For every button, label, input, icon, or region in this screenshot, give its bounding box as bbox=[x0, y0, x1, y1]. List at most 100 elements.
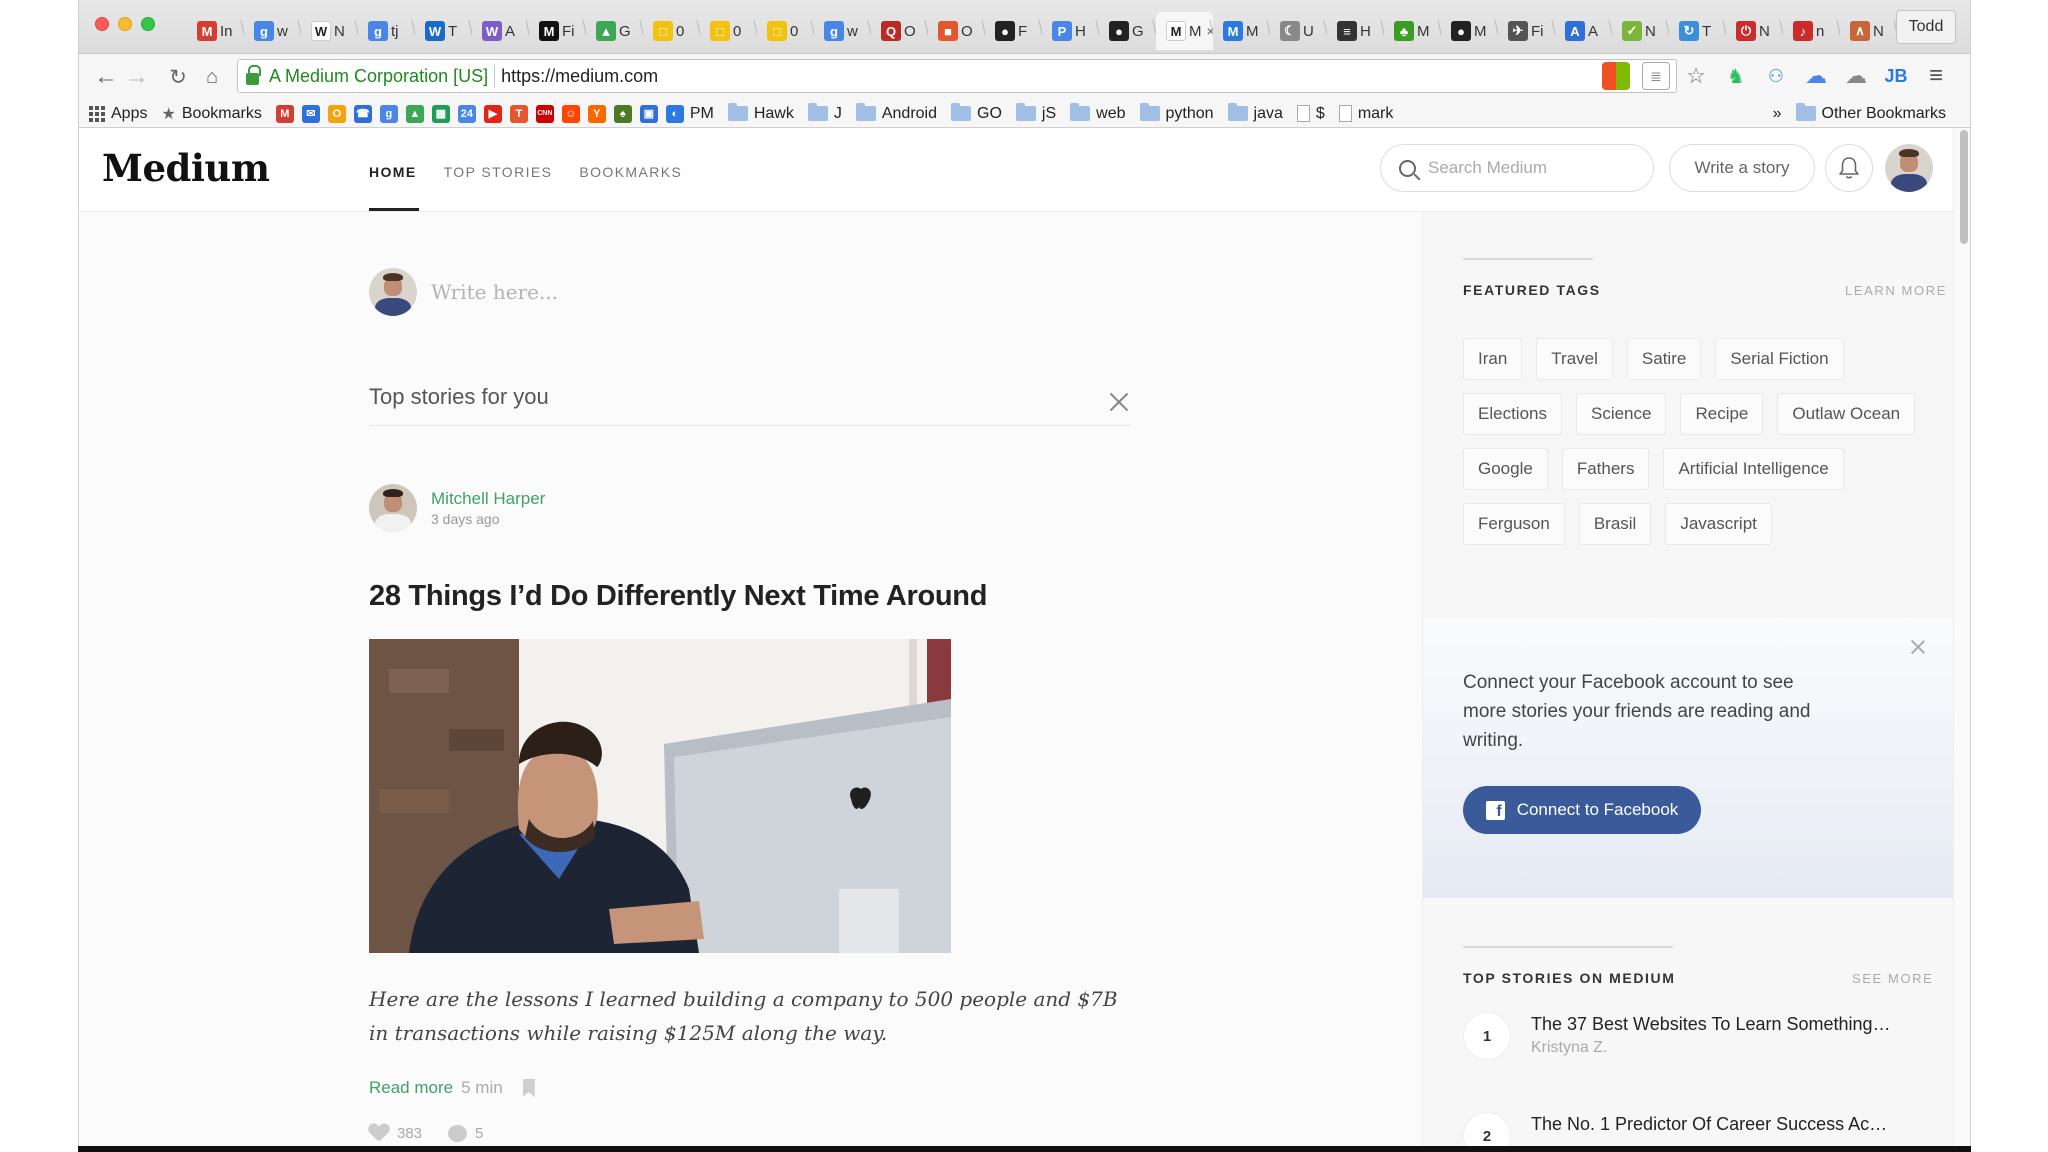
browser-tab[interactable]: QO bbox=[871, 12, 928, 50]
bookmark-item[interactable]: ◐ PM bbox=[665, 104, 714, 123]
medium-logo[interactable]: Medium bbox=[102, 146, 270, 190]
browser-tab[interactable]: g tj bbox=[358, 12, 415, 50]
browser-tab[interactable]: WN bbox=[301, 12, 358, 50]
bookmark-item[interactable]: O bbox=[327, 104, 346, 123]
menu-icon[interactable]: ≡ bbox=[1922, 62, 1950, 90]
bookmark-item[interactable]: T bbox=[509, 104, 528, 123]
nav-top-stories[interactable]: TOP STORIES bbox=[444, 164, 553, 180]
tag-chip[interactable]: Outlaw Ocean bbox=[1777, 393, 1916, 435]
close-icon[interactable] bbox=[1911, 640, 1925, 654]
browser-tab[interactable]: ✓ N bbox=[1612, 12, 1669, 50]
bookmark-item[interactable]: Y bbox=[587, 104, 606, 123]
browser-tab[interactable]: □ 0 bbox=[700, 12, 757, 50]
author-avatar[interactable] bbox=[369, 484, 417, 532]
bookmark-item[interactable]: 24 bbox=[457, 104, 476, 123]
bookmark-folder[interactable]: web bbox=[1070, 103, 1126, 123]
story-author[interactable]: Kristyna Z. bbox=[1531, 1039, 1891, 1057]
tag-chip[interactable]: Travel bbox=[1536, 338, 1613, 380]
notifications-button[interactable] bbox=[1825, 144, 1873, 192]
tag-chip[interactable]: Recipe bbox=[1680, 393, 1764, 435]
close-icon[interactable] bbox=[1109, 392, 1129, 412]
browser-tab[interactable]: ✈ Fi bbox=[1498, 12, 1555, 50]
browser-tab[interactable]: gw bbox=[814, 12, 871, 50]
heart-icon[interactable] bbox=[369, 1124, 389, 1142]
post-title[interactable]: 28 Things I’d Do Differently Next Time A… bbox=[369, 580, 987, 613]
profile-button[interactable]: Todd bbox=[1896, 10, 1956, 44]
jb-extension-icon[interactable]: JB bbox=[1882, 62, 1910, 90]
bookmark-item[interactable]: ▲ bbox=[405, 104, 424, 123]
bookmark-item[interactable]: g bbox=[379, 104, 398, 123]
person-extension-icon[interactable]: ⚇ bbox=[1762, 62, 1790, 90]
tag-chip[interactable]: Google bbox=[1463, 448, 1548, 490]
page-scrollbar[interactable] bbox=[1953, 128, 1970, 1148]
tag-chip[interactable]: Fathers bbox=[1561, 448, 1650, 490]
bookmark-folder[interactable]: GO bbox=[951, 103, 1002, 123]
bookmark-item[interactable]: ▶ bbox=[483, 104, 502, 123]
address-bar[interactable]: A Medium Corporation [US] https://medium… bbox=[237, 59, 1677, 93]
bookmark-item[interactable]: CNN bbox=[535, 104, 554, 123]
search-input[interactable]: Search Medium bbox=[1380, 144, 1654, 192]
tag-chip[interactable]: Javascript bbox=[1665, 503, 1772, 545]
write-story-button[interactable]: Write a story bbox=[1669, 144, 1815, 192]
tag-chip[interactable]: Brasil bbox=[1578, 503, 1652, 545]
bookmark-folder[interactable]: python bbox=[1139, 103, 1214, 123]
browser-tab[interactable]: ● G bbox=[1099, 12, 1156, 50]
learn-more-link[interactable]: LEARN MORE bbox=[1845, 283, 1947, 298]
bookmark-folder[interactable]: java bbox=[1227, 103, 1283, 123]
bookmark-icon[interactable] bbox=[522, 1079, 535, 1097]
back-button[interactable]: ← bbox=[91, 62, 121, 92]
connect-facebook-button[interactable]: f Connect to Facebook bbox=[1463, 786, 1701, 834]
browser-tab[interactable]: □ 0 bbox=[757, 12, 814, 50]
see-more-link[interactable]: SEE MORE bbox=[1852, 971, 1933, 986]
browser-tab[interactable]: ≡ H bbox=[1327, 12, 1384, 50]
bookmark-item[interactable]: ☎ bbox=[353, 104, 372, 123]
evernote-extension-icon[interactable]: ♞ bbox=[1722, 62, 1750, 90]
star-bookmark-icon[interactable]: ☆ bbox=[1682, 62, 1710, 90]
browser-tab[interactable]: MM bbox=[1213, 12, 1270, 50]
story-composer[interactable]: Write here... bbox=[369, 268, 558, 316]
browser-tab[interactable]: □ 0 bbox=[643, 12, 700, 50]
cloud-outline-icon[interactable]: ☁ bbox=[1842, 62, 1870, 90]
top-story-item[interactable]: 1 The 37 Best Websites To Learn Somethin… bbox=[1463, 1012, 1923, 1060]
browser-tab[interactable]: AA bbox=[1555, 12, 1612, 50]
top-story-item[interactable]: 2 The No. 1 Predictor Of Career Success … bbox=[1463, 1112, 1923, 1148]
bookmark-folder[interactable]: Hawk bbox=[727, 103, 794, 123]
close-window-button[interactable] bbox=[95, 17, 109, 31]
user-avatar[interactable] bbox=[1885, 144, 1933, 192]
tag-chip[interactable]: Serial Fiction bbox=[1715, 338, 1844, 380]
story-title[interactable]: The 37 Best Websites To Learn Something … bbox=[1531, 1014, 1891, 1035]
bookmark-item[interactable]: $ bbox=[1296, 105, 1325, 123]
tag-chip[interactable]: Science bbox=[1575, 393, 1667, 435]
browser-tab[interactable]: M In bbox=[187, 12, 244, 50]
reload-button[interactable]: ↻ bbox=[163, 62, 193, 92]
browser-tab[interactable]: M Fi bbox=[529, 12, 586, 50]
tag-chip[interactable]: Artificial Intelligence bbox=[1663, 448, 1844, 490]
cloud-extension-icon[interactable]: ☁ bbox=[1802, 62, 1830, 90]
browser-tab[interactable]: ■ O bbox=[928, 12, 985, 50]
chevron-right-icon[interactable]: » bbox=[1773, 105, 1782, 123]
browser-tab[interactable]: gw bbox=[244, 12, 301, 50]
browser-tab[interactable]: ↻ T bbox=[1669, 12, 1726, 50]
browser-tab[interactable]: ● F bbox=[985, 12, 1042, 50]
browser-tab[interactable]: ☾ U bbox=[1270, 12, 1327, 50]
browser-tab[interactable]: MM× bbox=[1156, 12, 1213, 50]
nav-bookmarks[interactable]: BOOKMARKS bbox=[579, 164, 682, 180]
browser-tab[interactable]: ⏻ N bbox=[1726, 12, 1783, 50]
post-image[interactable] bbox=[369, 639, 951, 953]
browser-tab[interactable]: WA bbox=[472, 12, 529, 50]
bookmark-item[interactable]: ★ Bookmarks bbox=[161, 104, 261, 124]
bookmark-item[interactable]: Apps bbox=[89, 105, 147, 123]
bookmark-item[interactable]: M bbox=[275, 104, 294, 123]
bookmark-folder[interactable]: jS bbox=[1015, 103, 1056, 123]
tag-chip[interactable]: Satire bbox=[1626, 338, 1702, 380]
bookmark-item[interactable]: mark bbox=[1338, 105, 1393, 123]
windows-extension-icon[interactable] bbox=[1602, 62, 1630, 90]
bookmark-folder[interactable]: Android bbox=[855, 103, 937, 123]
read-more-link[interactable]: Read more bbox=[369, 1078, 453, 1098]
bookmark-item[interactable]: ▣ bbox=[639, 104, 658, 123]
story-title[interactable]: The No. 1 Predictor Of Career Success Ac… bbox=[1531, 1114, 1891, 1135]
forward-button[interactable]: → bbox=[122, 62, 152, 92]
tag-chip[interactable]: Ferguson bbox=[1463, 503, 1565, 545]
browser-tab[interactable]: ● M bbox=[1441, 12, 1498, 50]
bookmark-item[interactable]: ♠ bbox=[613, 104, 632, 123]
